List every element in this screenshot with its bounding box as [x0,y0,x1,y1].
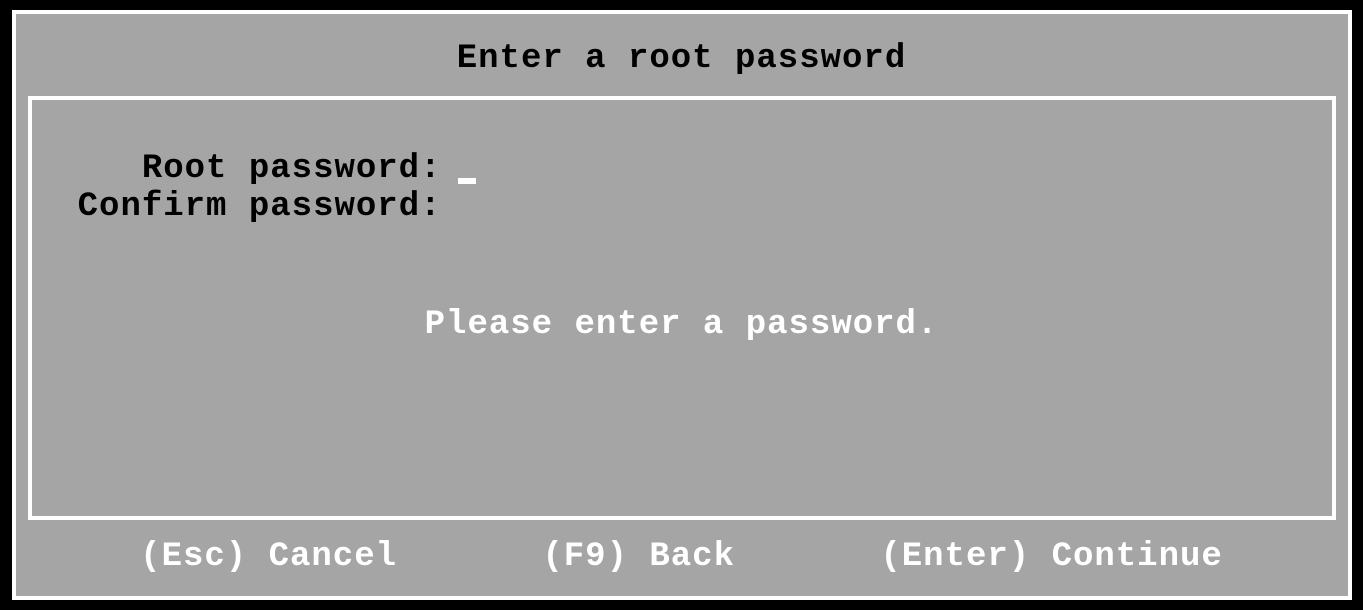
confirm-password-label: Confirm password: [52,188,452,226]
text-cursor [458,178,476,184]
dialog-content: Root password: Confirm password: Please … [28,96,1336,520]
root-password-row: Root password: [52,150,1312,188]
dialog-title: Enter a root password [28,16,1336,96]
password-dialog: Enter a root password Root password: Con… [12,10,1352,600]
status-message: Please enter a password. [52,306,1312,344]
footer-actions: (Esc) Cancel (F9) Back (Enter) Continue [28,520,1336,584]
back-button[interactable]: (F9) Back [542,538,735,576]
root-password-input[interactable] [452,150,476,188]
continue-button[interactable]: (Enter) Continue [880,538,1222,576]
confirm-password-row: Confirm password: [52,188,1312,226]
cancel-button[interactable]: (Esc) Cancel [140,538,397,576]
root-password-label: Root password: [52,150,452,188]
